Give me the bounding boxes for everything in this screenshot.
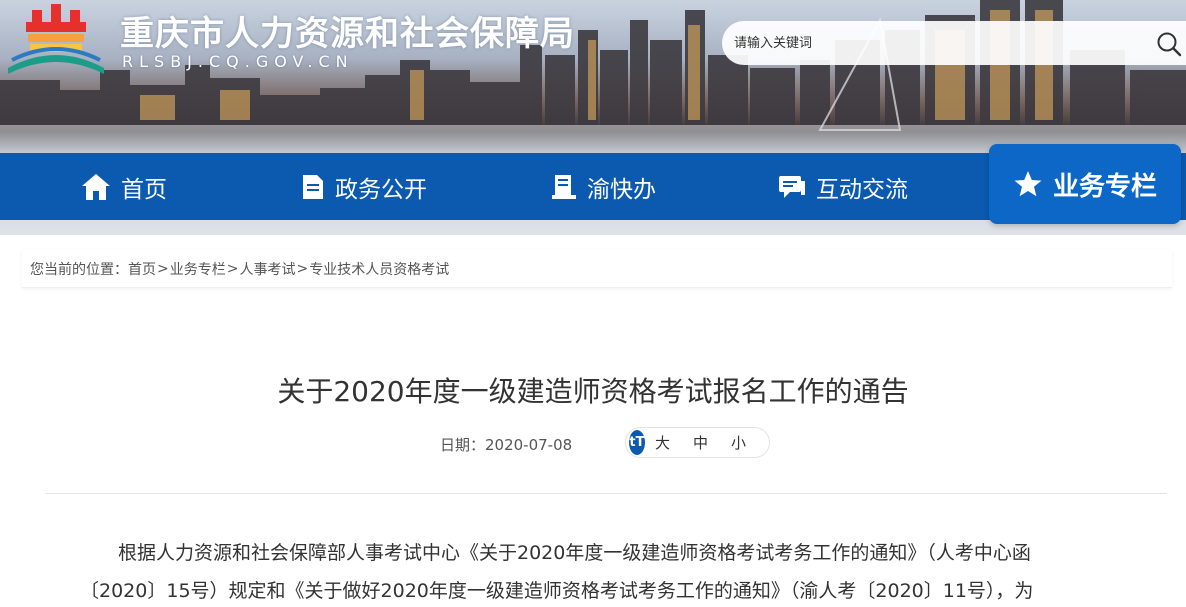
nav-item-label: 渝快办 [587, 176, 656, 203]
bureau-logo [8, 4, 104, 74]
article-paragraph-line: 〔2020〕15号）规定和《关于做好2020年度一级建造师资格考试考务工作的通知… [80, 580, 1034, 602]
star-icon [1014, 171, 1042, 197]
nav-item-label: 业务专栏 [1052, 171, 1157, 202]
nav-item-interaction[interactable]: 互动交流 [777, 153, 908, 220]
article-date: 日期：2020-07-08 [440, 436, 573, 454]
nav-item-home[interactable]: 首页 [80, 153, 167, 220]
article-paragraph-line: 根据人力资源和社会保障部人事考试中心《关于2020年度一级建造师资格考试考务工作… [118, 542, 1031, 564]
site-domain: RLSBJ.CQ.GOV.CN [122, 52, 354, 71]
article-title: 关于2020年度一级建造师资格考试报名工作的通告 [277, 375, 909, 408]
breadcrumb-separator: > [296, 260, 309, 277]
nav-item-label: 政务公开 [335, 176, 427, 203]
breadcrumb-link-home[interactable]: 首页 [128, 259, 156, 279]
breadcrumb-separator: > [157, 260, 169, 277]
home-icon [82, 173, 110, 200]
nav-item-label: 首页 [121, 176, 167, 203]
site-title: 重庆市人力资源和社会保障局 [120, 14, 575, 54]
breadcrumb-link-personnel-exam[interactable]: 人事考试 [239, 259, 295, 279]
divider [45, 493, 1167, 494]
search-input[interactable] [734, 31, 1134, 55]
nav-item-business-column[interactable]: 业务专栏 [989, 144, 1181, 224]
font-size-large-button[interactable]: 大 [655, 432, 670, 453]
breadcrumb: 您当前的位置： 首页 > 业务专栏 > 人事考试 > 专业技术人员资格考试 [22, 250, 1172, 288]
breadcrumb-link-business[interactable]: 业务专栏 [170, 259, 226, 279]
document-icon [303, 174, 323, 199]
breadcrumb-separator: > [226, 260, 239, 277]
nav-item-government-affairs[interactable]: 政务公开 [300, 153, 427, 220]
font-size-icon: tT [629, 430, 645, 455]
nav-item-yukuaiban[interactable]: 渝快办 [550, 153, 656, 220]
service-icon [552, 174, 576, 199]
search-box [722, 21, 1186, 65]
breadcrumb-link-professional-exam[interactable]: 专业技术人员资格考试 [309, 259, 449, 279]
nav-item-label: 互动交流 [816, 176, 908, 203]
font-size-small-button[interactable]: 小 [731, 432, 746, 453]
breadcrumb-prefix: 您当前的位置： [30, 261, 128, 278]
search-icon[interactable] [1156, 31, 1182, 57]
font-size-control: tT 大 中 小 [625, 427, 770, 458]
font-size-medium-button[interactable]: 中 [693, 432, 708, 453]
chat-icon [779, 175, 805, 198]
